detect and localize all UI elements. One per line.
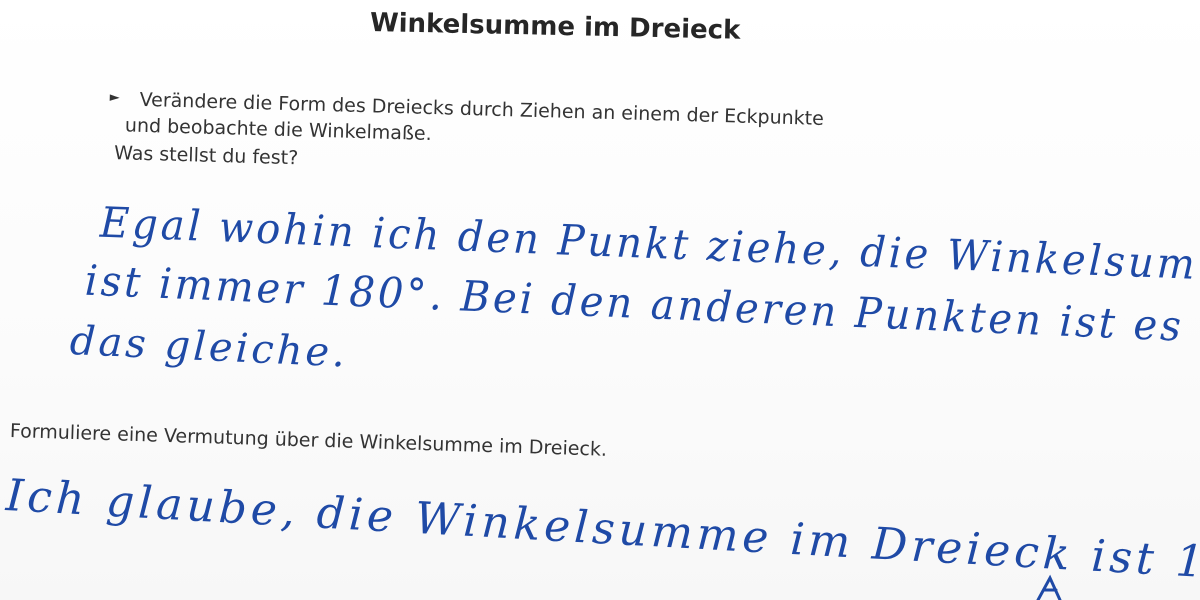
handwritten-answer-2: Ich glaube, die Winkelsumme im Dreieck i… (4, 470, 1200, 595)
handwritten-answer-1-line-3: das gleiche. (68, 318, 349, 377)
worksheet-title: Winkelsumme im Dreieck (369, 8, 741, 46)
handwritten-caret-mark (1036, 574, 1062, 600)
worksheet-page: Winkelsumme im Dreieck ► Verändere die F… (0, 0, 1200, 600)
task-1-line-2: und beobachte die Winkelmaße. (124, 114, 432, 145)
task-2-prompt: Formuliere eine Vermutung über die Winke… (9, 420, 608, 461)
task-1-question: Was stellst du fest? (113, 142, 299, 170)
